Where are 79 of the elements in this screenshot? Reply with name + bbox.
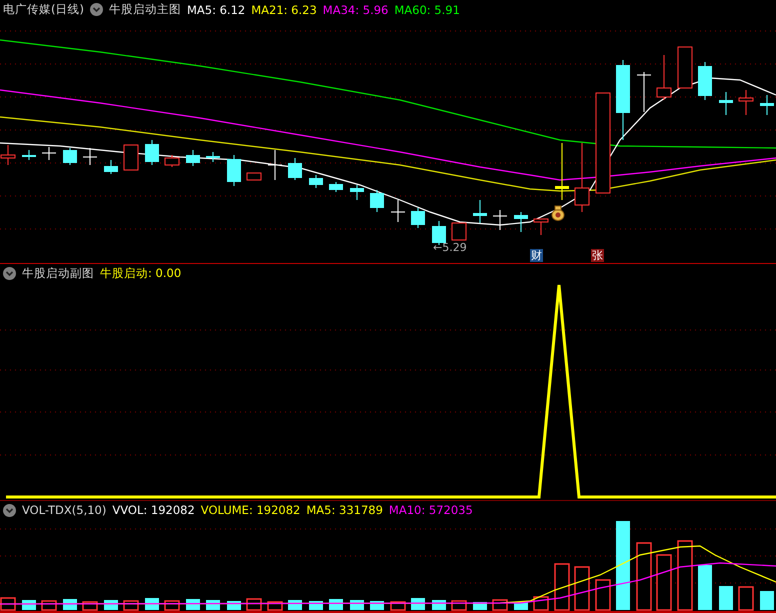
candlestick <box>309 174 323 188</box>
candlestick <box>492 210 508 230</box>
candlestick <box>350 184 364 200</box>
candlestick <box>473 200 487 224</box>
indicator-name: 牛股启动副图 <box>22 266 94 281</box>
volume-bar <box>636 542 652 611</box>
candlestick <box>82 148 98 166</box>
indicator-name: 牛股启动主图 <box>108 2 181 17</box>
candlestick <box>22 150 36 160</box>
dropdown-icon[interactable] <box>3 504 16 516</box>
indicator-value: 牛股启动: 0.00 <box>100 266 182 281</box>
candlestick <box>42 146 56 160</box>
candlestick <box>206 152 220 162</box>
volume-bar <box>246 598 262 611</box>
candlestick <box>63 148 77 166</box>
candlestick <box>514 212 528 232</box>
candlestick <box>656 54 672 100</box>
candlestick <box>268 150 282 180</box>
candlestick <box>164 154 180 168</box>
volume-bar <box>554 563 570 611</box>
dropdown-icon[interactable] <box>3 267 16 280</box>
indicator-value: VOLUME: 192082 <box>200 503 300 517</box>
candlestick <box>370 190 384 212</box>
candlestick <box>124 144 138 170</box>
indicator-value: MA5: 6.12 <box>186 2 246 16</box>
volume-bar <box>267 601 283 611</box>
volume-bar <box>432 600 446 610</box>
candlestick <box>636 72 652 112</box>
candlestick <box>760 94 774 116</box>
candlestick <box>288 158 302 180</box>
volume-bar <box>574 566 590 611</box>
volume-bar <box>22 600 36 610</box>
indicator-value: VVOL: 192082 <box>112 503 195 517</box>
indicator-value: MA60: 5.91 <box>394 2 460 16</box>
candlestick <box>698 62 712 100</box>
indicator-value: MA21: 6.23 <box>251 2 317 16</box>
money-bag-icon <box>552 206 564 221</box>
candlestick <box>678 46 692 88</box>
volume-bar <box>451 600 467 611</box>
volume-bar <box>738 586 754 611</box>
candlestick <box>390 200 406 222</box>
volume-bar <box>41 600 57 611</box>
volume-bar <box>288 600 302 610</box>
volume-bar <box>760 591 774 610</box>
stock-title: 电广传媒(日线) <box>3 2 84 17</box>
volume-bar <box>411 598 425 610</box>
candlestick <box>0 144 16 166</box>
volume-bar <box>698 565 712 610</box>
indicator-value: MA34: 5.96 <box>322 2 388 16</box>
volume-bar <box>677 540 693 611</box>
candlestick <box>227 154 241 186</box>
volume-bar <box>0 597 16 611</box>
volume-bar <box>390 601 406 611</box>
candlestick <box>411 208 425 228</box>
volume-bar <box>350 600 364 610</box>
event-tag: 财 <box>530 249 543 262</box>
event-tag: 张 <box>591 249 604 262</box>
candlestick <box>555 142 569 200</box>
candlestick <box>246 172 262 180</box>
candlestick <box>186 150 200 166</box>
candlestick <box>452 222 466 240</box>
dropdown-icon[interactable] <box>90 3 103 16</box>
indicator-value: MA10: 572035 <box>388 503 473 517</box>
volume-bar <box>595 579 611 611</box>
candlestick <box>534 218 548 236</box>
candlestick <box>145 140 159 166</box>
candlestick <box>719 92 733 116</box>
candlestick <box>329 182 343 192</box>
volume-bar <box>656 554 672 611</box>
volume-bar <box>719 586 733 610</box>
volume-bar <box>329 599 343 610</box>
volume-bar <box>206 600 220 610</box>
candlestick <box>738 90 754 116</box>
price-label: ←5.29 <box>433 241 467 254</box>
indicator-name: VOL-TDX(5,10) <box>22 503 106 517</box>
volume-bar <box>186 599 200 610</box>
indicator-value: MA5: 331789 <box>306 503 383 517</box>
candlestick <box>574 142 590 212</box>
candlestick <box>104 160 118 174</box>
